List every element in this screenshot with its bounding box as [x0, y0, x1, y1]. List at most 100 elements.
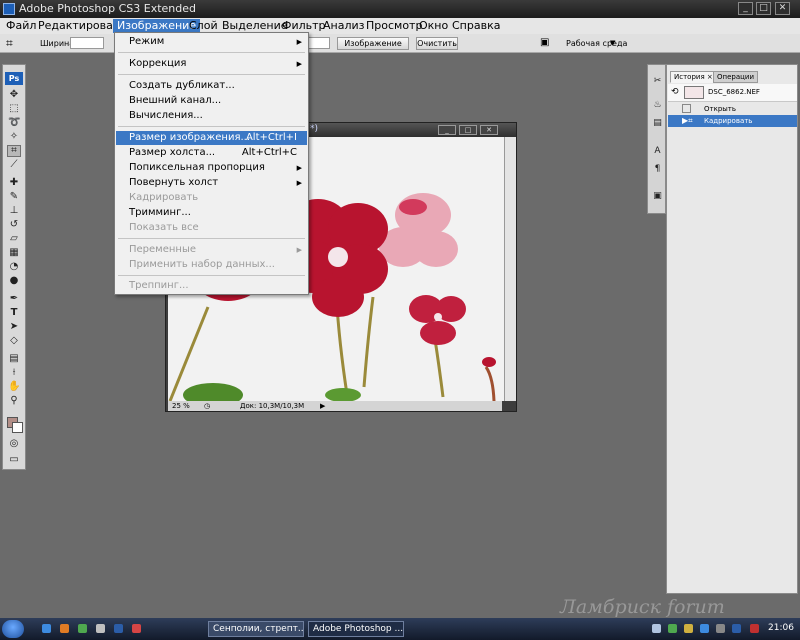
start-button[interactable] [2, 620, 24, 638]
magic-wand-icon[interactable]: ✧ [8, 132, 20, 142]
status-info-icon[interactable]: ◷ [204, 401, 210, 411]
doc-minimize-icon[interactable]: _ [438, 125, 456, 135]
menu-window[interactable]: Окно [415, 19, 452, 33]
close-icon[interactable]: ✕ [775, 2, 790, 15]
doc-maximize-icon[interactable]: □ [459, 125, 477, 135]
task-browser[interactable]: Сенполии, стрепт... [208, 621, 304, 637]
menu-item-trim[interactable]: Тримминг... [116, 206, 307, 220]
history-state-marker-icon: ▶⌗ [682, 116, 693, 125]
history-state-selected[interactable]: ▶⌗ Кадрировать [668, 115, 797, 127]
menu-item-reveal-all: Показать все [129, 222, 199, 233]
clear-button[interactable]: Очистить [416, 37, 458, 50]
minimize-icon[interactable]: _ [738, 2, 753, 15]
menu-item-duplicate[interactable]: Создать дубликат... [116, 79, 307, 93]
history-brush-icon[interactable]: ↺ [8, 220, 20, 230]
tab-close-icon[interactable]: × [707, 73, 713, 81]
quicklaunch-icon[interactable] [96, 624, 105, 633]
tools-panel-icon[interactable]: ✂ [651, 75, 664, 87]
snapshot-thumbnail [684, 86, 704, 99]
menu-separator [118, 238, 305, 239]
toolbox: Ps ✥ ⬚ ➰ ✧ ⌗ ⟋ ✚ ✎ ⊥ ↺ ▱ ▦ ◔ ● ✒ T ➤ ◇ ▤… [2, 64, 26, 470]
crop-icon[interactable]: ⌗ [7, 145, 21, 157]
crop-tool-preset-icon[interactable]: ⌗ [6, 36, 13, 51]
menu-help[interactable]: Справка [448, 19, 504, 33]
path-select-icon[interactable]: ➤ [8, 322, 20, 332]
move-icon[interactable]: ✥ [8, 90, 20, 100]
vertical-scrollbar[interactable] [504, 137, 516, 401]
resolution-unit-dropdown[interactable] [306, 37, 330, 49]
quicklaunch-icon[interactable] [132, 624, 141, 633]
photoshop-logo: Ps [5, 72, 23, 85]
stamp-icon[interactable]: ⊥ [8, 206, 20, 216]
lasso-icon[interactable]: ➰ [8, 118, 20, 128]
pen-icon[interactable]: ✒ [8, 294, 20, 304]
history-snapshot[interactable]: ⟲ DSC_6862.NEF [668, 84, 797, 102]
zoom-level[interactable]: 25 % [172, 401, 190, 411]
taskbar: Сенполии, стрепт... Adobe Photoshop ... … [0, 618, 800, 640]
document-size: Док: 10,3M/10,3M [240, 402, 305, 410]
tray-icon[interactable] [700, 624, 709, 633]
menu-layer[interactable]: Слой [185, 19, 222, 33]
layer-comps-icon[interactable]: ▤ [651, 117, 664, 129]
tray-icon[interactable] [652, 624, 661, 633]
info-panel-icon[interactable]: ▣ [651, 190, 664, 202]
front-image-button[interactable]: Изображение [337, 37, 409, 50]
menu-item-apply-image[interactable]: Внешний канал... [116, 94, 307, 108]
screen-mode-icon[interactable]: ▭ [8, 455, 20, 465]
snapshot-brush-icon: ⟲ [671, 87, 679, 97]
menu-item-pixel-aspect-ratio[interactable]: Попиксельная пропорция ▶ [116, 161, 307, 175]
marquee-icon[interactable]: ⬚ [8, 104, 20, 114]
tray-icon[interactable] [716, 624, 725, 633]
menu-separator [118, 126, 305, 127]
tab-actions[interactable]: Операции [713, 71, 758, 83]
history-state[interactable]: Открыть [668, 103, 797, 115]
tray-icon[interactable] [732, 624, 741, 633]
background-color-swatch[interactable] [12, 422, 23, 433]
dodge-icon[interactable]: ● [8, 276, 20, 286]
menu-item-calculations[interactable]: Вычисления... [116, 109, 307, 123]
clock: 21:06 [768, 623, 794, 633]
menu-item-adjustments[interactable]: Коррекция ▶ [116, 57, 307, 71]
menu-item-crop: Кадрировать [129, 192, 199, 203]
brush-icon[interactable]: ✎ [8, 192, 20, 202]
workspace-menu[interactable]: Рабочая среда [566, 39, 627, 48]
zoom-icon[interactable]: ⚲ [8, 396, 20, 406]
tray-icon[interactable] [684, 624, 693, 633]
workspace-icon: ▣ [540, 37, 550, 48]
tab-history[interactable]: История × [670, 71, 717, 83]
menu-item-canvas-size[interactable]: Размер холста... Alt+Ctrl+C [116, 146, 307, 160]
menu-item-mode[interactable]: Режим ▶ [116, 35, 307, 49]
chevron-down-icon: ▼ [610, 39, 616, 47]
quicklaunch-icon[interactable] [114, 624, 123, 633]
menu-separator [118, 275, 305, 276]
quicklaunch-icon[interactable] [60, 624, 69, 633]
tray-icon[interactable] [668, 624, 677, 633]
task-photoshop[interactable]: Adobe Photoshop ... [308, 621, 404, 637]
clone-source-icon[interactable]: ♨ [651, 99, 664, 111]
quicklaunch-icon[interactable] [78, 624, 87, 633]
notes-icon[interactable]: ▤ [8, 354, 20, 364]
hand-icon[interactable]: ✋ [8, 382, 20, 392]
shape-icon[interactable]: ◇ [8, 336, 20, 346]
blur-icon[interactable]: ◔ [8, 262, 20, 272]
quicklaunch-icon[interactable] [42, 624, 51, 633]
slice-icon[interactable]: ⟋ [8, 160, 20, 170]
status-menu-arrow-icon[interactable]: ▶ [320, 401, 325, 411]
heal-icon[interactable]: ✚ [8, 178, 20, 188]
eyedropper-icon[interactable]: ⟊ [8, 368, 20, 378]
menu-item-rotate-canvas[interactable]: Повернуть холст ▶ [116, 176, 307, 190]
doc-close-icon[interactable]: ✕ [480, 125, 498, 135]
tray-icon[interactable] [750, 624, 759, 633]
maximize-icon[interactable]: □ [756, 2, 771, 15]
panel-dock-strip: ✂ ♨ ▤ A ¶ ▣ [647, 64, 666, 214]
character-icon[interactable]: A [651, 145, 664, 157]
quick-mask-icon[interactable]: ◎ [8, 439, 20, 449]
width-field[interactable] [70, 37, 104, 49]
paragraph-icon[interactable]: ¶ [651, 163, 664, 175]
eraser-icon[interactable]: ▱ [8, 234, 20, 244]
photoshop-app-icon [3, 3, 15, 15]
menu-item-image-size[interactable]: Размер изображения... Alt+Ctrl+I [116, 131, 307, 145]
history-panel: История × Операции ⟲ DSC_6862.NEF Открыт… [666, 64, 798, 594]
type-icon[interactable]: T [8, 308, 20, 318]
gradient-icon[interactable]: ▦ [8, 248, 20, 258]
